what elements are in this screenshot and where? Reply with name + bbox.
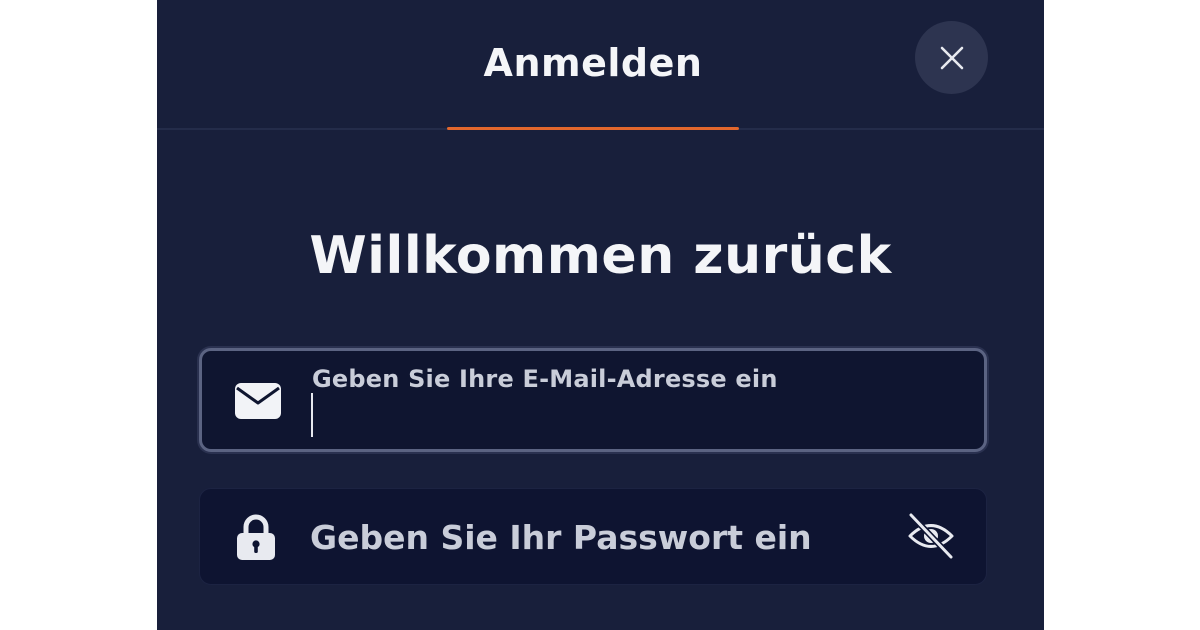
- lock-icon: [237, 514, 275, 560]
- close-icon: [940, 46, 963, 69]
- toggle-password-visibility-button[interactable]: [904, 509, 958, 563]
- email-input[interactable]: [310, 395, 950, 439]
- email-field[interactable]: Geben Sie Ihre E-Mail-Adresse ein: [199, 348, 987, 452]
- email-icon-container: [232, 379, 284, 423]
- email-field-label: Geben Sie Ihre E-Mail-Adresse ein: [312, 365, 778, 393]
- lock-icon-container: [232, 511, 280, 563]
- tab-anmelden[interactable]: Anmelden: [447, 0, 739, 130]
- page-title: Willkommen zurück: [309, 226, 892, 286]
- modal-header: Anmelden: [157, 0, 1044, 130]
- envelope-icon: [235, 383, 281, 419]
- eye-slash-icon: [908, 512, 954, 560]
- active-tab-indicator: [447, 127, 739, 130]
- close-button[interactable]: [915, 21, 988, 94]
- password-field[interactable]: [199, 488, 987, 585]
- password-input[interactable]: [310, 513, 890, 561]
- tab-label: Anmelden: [483, 41, 703, 85]
- login-modal: Anmelden Willkommen zurück Geben Sie Ihr…: [157, 0, 1044, 630]
- text-caret: [311, 393, 313, 437]
